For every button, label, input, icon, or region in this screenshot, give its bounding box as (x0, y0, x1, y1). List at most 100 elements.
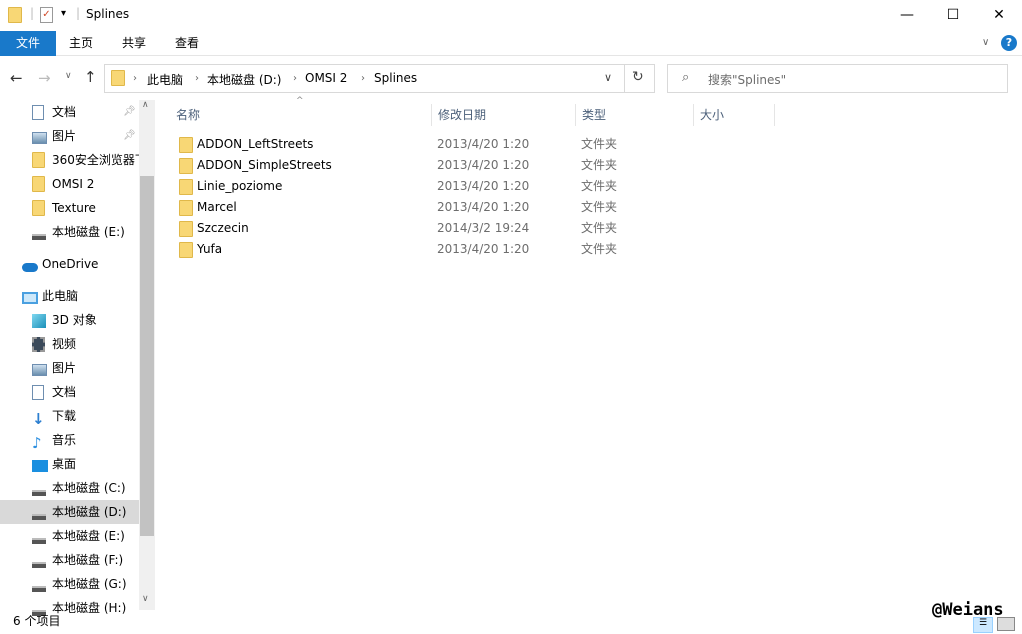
address-bar[interactable]: › 此电脑 › 本地磁盘 (D:) › OMSI 2 › Splines ∨ ↻ (104, 64, 655, 93)
file-date: 2013/4/20 1:20 (437, 179, 530, 193)
file-date: 2013/4/20 1:20 (437, 242, 530, 256)
nav-item[interactable]: OneDrive (0, 252, 139, 276)
nav-item[interactable]: 图片 📌︎ (0, 124, 139, 148)
file-name: ADDON_LeftStreets (197, 137, 314, 151)
back-button[interactable]: ← (10, 69, 23, 87)
nav-item[interactable]: ↓ 下载 (0, 404, 139, 428)
customize-toolbar-icon[interactable]: ▾ (61, 8, 66, 19)
tab-share[interactable]: 共享 (113, 31, 155, 56)
close-button[interactable]: ✕ (976, 0, 1022, 30)
drive-icon (32, 576, 46, 592)
nav-item-label: 本地磁盘 (E:) (52, 225, 125, 239)
folder-icon (179, 242, 193, 258)
help-icon[interactable]: ? (1001, 35, 1017, 51)
document-icon (32, 384, 46, 400)
tab-home[interactable]: 主页 (60, 31, 102, 56)
address-dropdown-icon[interactable]: ∨ (604, 71, 612, 84)
divider: | (30, 6, 35, 20)
column-header-size[interactable]: 大小 (694, 104, 775, 126)
nav-item-label: OMSI 2 (52, 177, 95, 191)
folder-icon (32, 176, 46, 192)
breadcrumb-splines[interactable]: Splines (374, 71, 417, 85)
folder-icon (179, 158, 193, 174)
minimize-button[interactable]: — (884, 0, 930, 30)
file-type: 文件夹 (581, 242, 618, 256)
recent-locations-button[interactable]: ∨ (65, 71, 72, 81)
search-icon: ⌕ (682, 70, 690, 85)
scrollbar-thumb[interactable] (140, 176, 154, 536)
column-header-date[interactable]: 修改日期 (432, 104, 576, 126)
nav-item-label: 下载 (52, 409, 77, 423)
file-row[interactable]: ADDON_LeftStreets 2013/4/20 1:20 文件夹 (172, 134, 772, 155)
column-header-type[interactable]: 类型 (576, 104, 694, 126)
nav-item[interactable]: 360安全浏览器下载 (0, 148, 139, 172)
forward-button[interactable]: → (38, 69, 51, 87)
nav-item-label: 本地磁盘 (G:) (52, 577, 127, 591)
maximize-button[interactable]: ☐ (930, 0, 976, 30)
scroll-down-icon[interactable]: ∨ (142, 594, 149, 604)
file-name: Marcel (197, 200, 237, 214)
up-button[interactable]: ↑ (84, 68, 97, 86)
nav-item[interactable]: 本地磁盘 (D:) (0, 500, 139, 524)
nav-item-label: 图片 (52, 361, 77, 375)
music-icon: ♪ (32, 434, 42, 452)
folder-icon (8, 7, 22, 23)
search-input[interactable]: 搜索"Splines" (708, 71, 786, 88)
nav-item-label: 本地磁盘 (F:) (52, 553, 124, 567)
nav-item[interactable]: 本地磁盘 (E:) (0, 524, 139, 548)
refresh-icon[interactable]: ↻ (632, 69, 644, 85)
nav-scrollbar[interactable]: ∧ ∨ (139, 100, 155, 610)
nav-item[interactable]: 3D 对象 (0, 308, 139, 332)
scroll-up-icon[interactable]: ∧ (142, 100, 149, 110)
column-header-name[interactable]: 名称 (170, 104, 432, 126)
nav-item[interactable]: 本地磁盘 (G:) (0, 572, 139, 596)
nav-item[interactable]: Texture (0, 196, 139, 220)
expand-ribbon-icon[interactable]: ∨ (982, 37, 989, 48)
breadcrumb-omsi2[interactable]: OMSI 2 (305, 71, 347, 85)
file-date: 2014/3/2 19:24 (437, 221, 530, 235)
pin-icon[interactable]: 📌︎ (123, 100, 136, 124)
nav-item[interactable]: 本地磁盘 (E:) (0, 220, 139, 244)
nav-item[interactable]: OMSI 2 (0, 172, 139, 196)
nav-item[interactable]: 此电脑 (0, 284, 139, 308)
file-type: 文件夹 (581, 137, 618, 151)
chevron-right-icon[interactable]: › (293, 73, 297, 84)
folder-icon (179, 200, 193, 216)
nav-item-label: OneDrive (42, 257, 99, 271)
folder-icon (32, 200, 46, 216)
tab-view[interactable]: 查看 (166, 31, 208, 56)
file-type: 文件夹 (581, 200, 618, 214)
chevron-right-icon[interactable]: › (133, 73, 137, 84)
nav-item-label: 360安全浏览器下载 (52, 153, 139, 167)
chevron-right-icon[interactable]: › (361, 73, 365, 84)
nav-item[interactable]: 本地磁盘 (F:) (0, 548, 139, 572)
nav-item-label: 3D 对象 (52, 313, 97, 327)
nav-item[interactable]: 文档 (0, 380, 139, 404)
chevron-right-icon[interactable]: › (195, 73, 199, 84)
pin-icon[interactable]: 📌︎ (123, 124, 136, 148)
file-row[interactable]: Yufa 2013/4/20 1:20 文件夹 (172, 239, 772, 260)
nav-item[interactable]: 文档 📌︎ (0, 100, 139, 124)
file-row[interactable]: Szczecin 2014/3/2 19:24 文件夹 (172, 218, 772, 239)
computer-icon (22, 288, 38, 304)
tab-file[interactable]: 文件 (0, 31, 56, 56)
nav-item-label: 此电脑 (42, 289, 79, 303)
search-box[interactable]: ⌕ 搜索"Splines" (667, 64, 1008, 93)
file-name: Szczecin (197, 221, 249, 235)
properties-icon[interactable]: ✓ (40, 7, 53, 23)
breadcrumb-this-pc[interactable]: 此电脑 (147, 71, 183, 88)
nav-item-label: 文档 (52, 385, 77, 399)
download-icon: ↓ (32, 410, 45, 428)
nav-item[interactable]: ♪ 音乐 (0, 428, 139, 452)
breadcrumb-drive-d[interactable]: 本地磁盘 (D:) (207, 71, 281, 88)
file-row[interactable]: Linie_poziome 2013/4/20 1:20 文件夹 (172, 176, 772, 197)
video-icon (32, 336, 46, 352)
file-type: 文件夹 (581, 158, 618, 172)
nav-item[interactable]: 图片 (0, 356, 139, 380)
nav-item[interactable]: 视频 (0, 332, 139, 356)
nav-item[interactable]: 桌面 (0, 452, 139, 476)
file-row[interactable]: Marcel 2013/4/20 1:20 文件夹 (172, 197, 772, 218)
nav-item-label: 文档 (52, 105, 77, 119)
file-row[interactable]: ADDON_SimpleStreets 2013/4/20 1:20 文件夹 (172, 155, 772, 176)
nav-item[interactable]: 本地磁盘 (C:) (0, 476, 139, 500)
